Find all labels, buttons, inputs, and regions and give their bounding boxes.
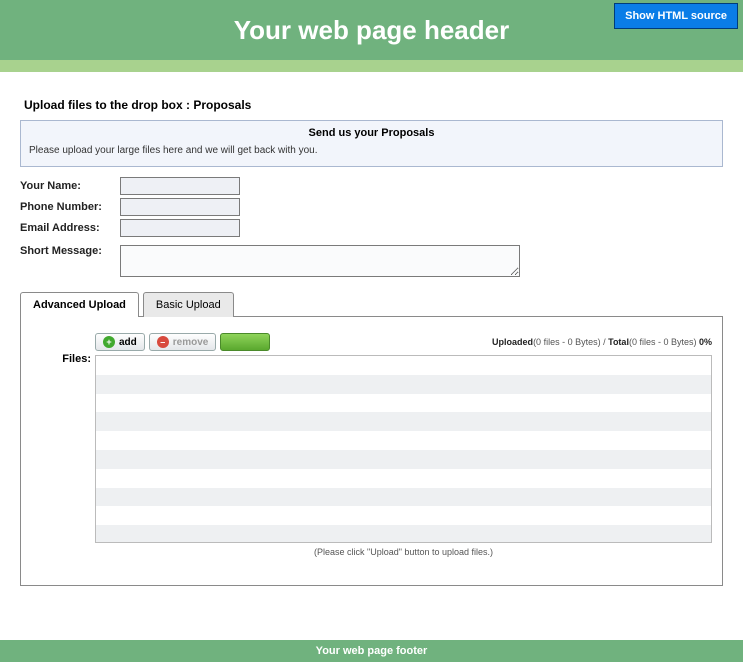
file-list-grid[interactable]	[95, 355, 712, 543]
list-item	[96, 450, 711, 469]
tab-basic-upload[interactable]: Basic Upload	[143, 292, 234, 317]
list-item	[96, 431, 711, 450]
section-heading: Upload files to the drop box : Proposals	[20, 84, 723, 120]
list-item	[96, 525, 711, 543]
list-item	[96, 469, 711, 488]
upload-button[interactable]	[220, 333, 270, 351]
page-header: Your web page header Show HTML source	[0, 0, 743, 60]
name-label: Your Name:	[20, 180, 120, 192]
files-label: Files:	[31, 333, 95, 557]
message-textarea[interactable]	[120, 245, 520, 277]
upload-hint: (Please click "Upload" button to upload …	[95, 547, 712, 557]
phone-input[interactable]	[120, 198, 240, 216]
remove-button-label: remove	[173, 337, 209, 348]
upload-status: Uploaded(0 files - 0 Bytes) / Total(0 fi…	[492, 337, 712, 347]
email-label: Email Address:	[20, 222, 120, 234]
page-title: Your web page header	[234, 15, 509, 46]
add-button-label: add	[119, 337, 137, 348]
list-item	[96, 394, 711, 413]
accent-band	[0, 60, 743, 72]
page-footer: Your web page footer	[0, 640, 743, 662]
phone-label: Phone Number:	[20, 201, 120, 213]
list-item	[96, 356, 711, 375]
show-html-source-button[interactable]: Show HTML source	[614, 3, 738, 29]
list-item	[96, 506, 711, 525]
info-box-title: Send us your Proposals	[29, 127, 714, 145]
list-item	[96, 412, 711, 431]
list-item	[96, 488, 711, 507]
minus-icon: –	[157, 336, 169, 348]
list-item	[96, 375, 711, 394]
name-input[interactable]	[120, 177, 240, 195]
upload-panel: Files: + add – remove	[20, 316, 723, 586]
tab-advanced-upload[interactable]: Advanced Upload	[20, 292, 139, 317]
email-input[interactable]	[120, 219, 240, 237]
plus-icon: +	[103, 336, 115, 348]
info-box-message: Please upload your large files here and …	[29, 145, 714, 156]
message-label: Short Message:	[20, 245, 120, 257]
info-box: Send us your Proposals Please upload you…	[20, 120, 723, 167]
remove-button[interactable]: – remove	[149, 333, 217, 351]
add-button[interactable]: + add	[95, 333, 145, 351]
